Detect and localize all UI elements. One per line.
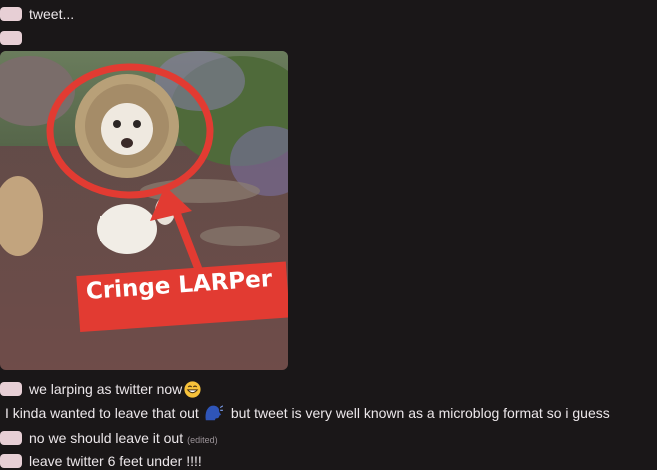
username-redacted[interactable] — [0, 7, 22, 21]
message-row[interactable]: tweet... — [0, 5, 74, 23]
meme-image-attachment[interactable]: Cringe LARPer — [0, 51, 288, 370]
message-text-before: I kinda wanted to leave that out — [5, 405, 199, 421]
message-row[interactable] — [0, 29, 29, 47]
edited-label: (edited) — [187, 435, 218, 445]
message-row[interactable]: leave twitter 6 feet under !!!! — [0, 452, 202, 470]
message-text: tweet... — [29, 6, 75, 22]
message-text-after: but tweet is very well known as a microb… — [230, 405, 610, 421]
meme-image — [0, 51, 288, 370]
grinning-emoji-icon — [184, 380, 201, 398]
username-redacted[interactable] — [0, 431, 22, 445]
username-redacted[interactable] — [0, 31, 22, 45]
message-text: no we should leave it out — [29, 430, 184, 446]
message-row[interactable]: we larping as twitter now — [0, 380, 201, 398]
username-redacted[interactable] — [0, 454, 22, 468]
message-row[interactable]: no we should leave it out (edited) — [0, 429, 218, 447]
speaking-head-icon — [205, 405, 223, 421]
message-text: we larping as twitter now — [29, 381, 183, 397]
message-row[interactable]: I kinda wanted to leave that out but twe… — [5, 404, 610, 422]
message-text: leave twitter 6 feet under !!!! — [29, 453, 202, 469]
username-redacted[interactable] — [0, 382, 22, 396]
